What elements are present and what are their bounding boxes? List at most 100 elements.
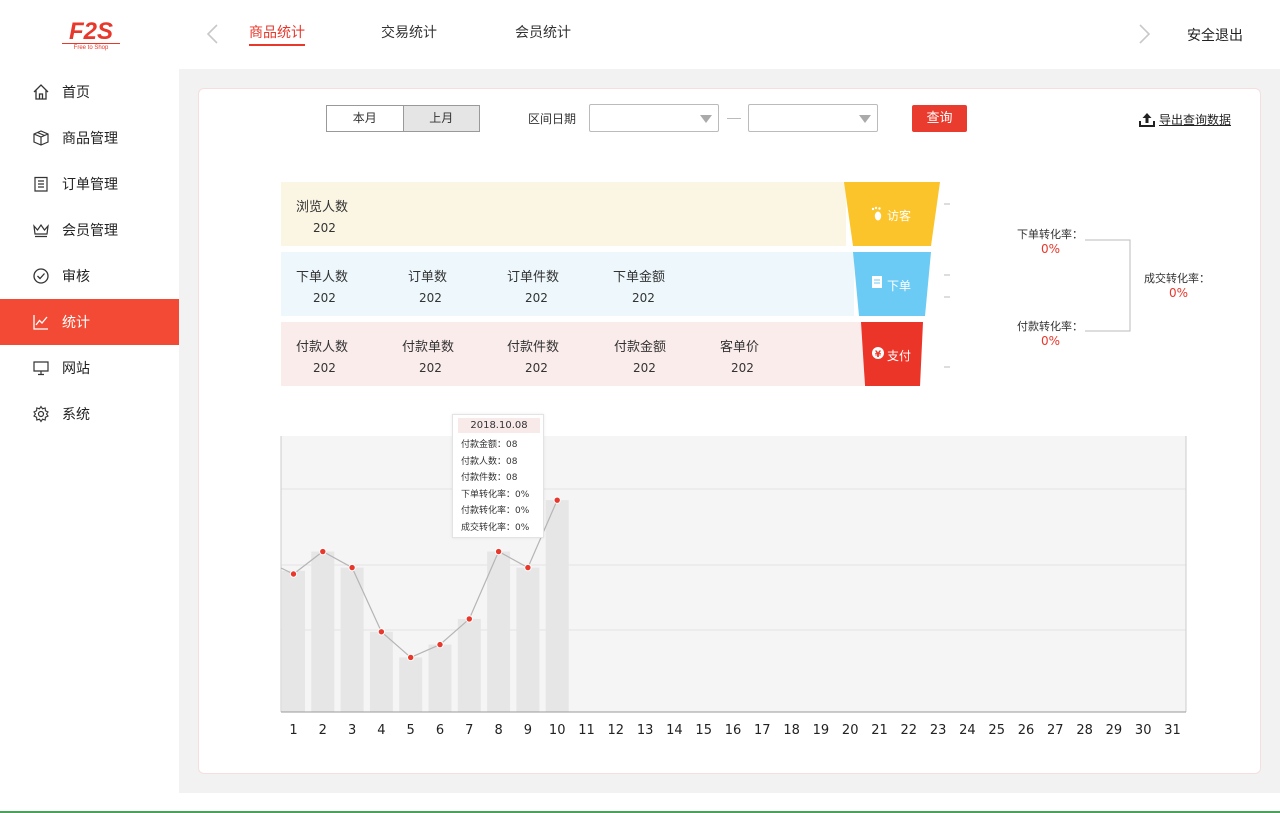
this-month-button[interactable]: 本月 — [327, 106, 403, 131]
svg-text:¥: ¥ — [875, 350, 882, 360]
sidebar-item-label: 会员管理 — [62, 223, 118, 239]
f2s-logo[interactable]: F2S Free to Shop — [58, 18, 124, 56]
chevron-right-icon[interactable] — [1134, 22, 1154, 46]
x-tick-label: 14 — [666, 723, 683, 738]
sidebar-item-label: 商品管理 — [62, 131, 118, 147]
bar-day-4 — [369, 631, 393, 712]
stat-title: 付款人数 — [296, 340, 349, 355]
point-day-6 — [436, 640, 444, 649]
funnel-pay-label: 支付 — [887, 349, 912, 363]
svg-text:F2S: F2S — [69, 18, 113, 44]
x-tick-label: 2 — [319, 723, 327, 738]
sidebar-item-members[interactable]: 会员管理 — [0, 207, 179, 253]
tooltip-row: 成交转化率：0% — [461, 523, 530, 533]
tab-member-stats[interactable]: 会员统计 — [515, 22, 571, 42]
sidebar-item-label: 审核 — [62, 269, 90, 285]
stat-order-amount: 下单金额 202 — [613, 266, 703, 305]
logo-mark: F2S — [69, 18, 113, 44]
stat-value: 202 — [313, 361, 336, 375]
point-day-1 — [289, 570, 298, 578]
stat-avg-order-value: 客单价 202 — [720, 336, 810, 375]
logo-underline — [62, 43, 120, 44]
end-date-select[interactable] — [748, 104, 878, 132]
stat-value: 202 — [632, 291, 655, 305]
daily-stats-chart: 1 2 3 4 5 6 7 8 9 10 11 12 13 14 15 16 17 18 19 20 21 22 23 24 2… — [280, 436, 1187, 738]
gear-icon — [33, 405, 49, 423]
x-tick-label: 9 — [524, 723, 532, 738]
stat-pay-items: 付款件数 202 — [507, 336, 597, 375]
x-tick-label: 30 — [1135, 723, 1152, 738]
order-rate-value: 0% — [1041, 242, 1061, 256]
logout-link[interactable]: 安全退出 — [1187, 25, 1243, 45]
deal-rate-value: 0% — [1169, 286, 1189, 300]
x-tick-label: 20 — [842, 723, 859, 738]
export-link[interactable]: 导出查询数据 — [1139, 111, 1231, 128]
export-label: 导出查询数据 — [1159, 113, 1232, 127]
x-tick-label: 7 — [465, 723, 473, 738]
chevron-left-icon[interactable] — [203, 22, 223, 46]
stat-title: 下单金额 — [613, 270, 666, 285]
month-toggle: 本月 上月 — [326, 105, 480, 132]
stat-value: 202 — [313, 291, 336, 305]
x-tick-label: 13 — [637, 723, 654, 738]
point-day-8 — [494, 547, 503, 556]
tab-product-stats[interactable]: 商品统计 — [249, 22, 305, 46]
sidebar-item-label: 系统 — [62, 407, 90, 423]
stat-browse-users: 浏览人数 202 — [296, 196, 386, 235]
start-date-select[interactable] — [589, 104, 719, 132]
stat-title: 付款金额 — [614, 340, 667, 355]
clipboard-icon — [872, 276, 882, 288]
x-tick-label: 29 — [1106, 723, 1123, 738]
check-circle-icon — [33, 268, 49, 284]
x-tick-label: 23 — [930, 723, 947, 738]
point-day-3 — [348, 563, 356, 572]
x-tick-label: 27 — [1047, 723, 1064, 738]
point-day-9 — [524, 563, 532, 572]
x-tick-label: 21 — [871, 723, 888, 738]
x-tick-label: 1 — [289, 723, 297, 738]
bar-day-8 — [487, 551, 511, 712]
sidebar-item-home[interactable]: 首页 — [0, 69, 179, 115]
point-day-7 — [465, 615, 474, 623]
x-tick-label: 26 — [1018, 723, 1035, 738]
stat-title: 订单件数 — [507, 270, 560, 285]
sidebar: 首页 商品管理 订单管理 会员管理 审核 统计 网站 系统 — [0, 69, 179, 813]
sidebar-item-products[interactable]: 商品管理 — [0, 115, 179, 161]
query-button[interactable]: 查询 — [912, 105, 967, 132]
chart-tooltip: 2018.10.08 付款金额：08 付款人数：08 付款件数：08 下单转化率… — [452, 414, 544, 538]
sidebar-item-website[interactable]: 网站 — [0, 345, 179, 391]
stat-title: 客单价 — [720, 340, 760, 355]
x-tick-label: 15 — [695, 723, 712, 738]
sidebar-item-orders[interactable]: 订单管理 — [0, 161, 179, 207]
sidebar-item-system[interactable]: 系统 — [0, 391, 179, 437]
x-tick-label: 6 — [436, 723, 444, 738]
sidebar-item-label: 统计 — [62, 315, 90, 331]
range-separator — [727, 118, 741, 119]
point-day-10 — [553, 496, 561, 504]
chart-line-icon — [33, 315, 48, 330]
sidebar-item-review[interactable]: 审核 — [0, 253, 179, 299]
tooltip-row: 付款人数：08 — [461, 457, 518, 467]
bar-day-10 — [545, 500, 569, 712]
stat-pay-amount: 付款金额 202 — [614, 336, 704, 375]
x-tick-label: 12 — [608, 723, 625, 738]
clipboard-icon — [34, 176, 48, 192]
x-tick-label: 22 — [901, 723, 918, 738]
x-tick-label: 3 — [348, 723, 356, 738]
stat-order-count: 订单数 202 — [408, 266, 498, 305]
browse-stats-row: 浏览人数 202 — [281, 182, 846, 246]
date-range-label: 区间日期 — [528, 112, 577, 126]
tab-trade-stats[interactable]: 交易统计 — [381, 22, 437, 42]
funnel-visitor-label: 访客 — [887, 209, 912, 223]
last-month-button[interactable]: 上月 — [402, 106, 479, 131]
upload-icon — [1139, 113, 1155, 127]
stat-value: 202 — [419, 291, 442, 305]
tooltip-row: 付款件数：08 — [461, 473, 518, 483]
stat-value: 202 — [313, 221, 336, 235]
x-tick-label: 17 — [754, 723, 771, 738]
pay-rate-label: 付款转化率： — [1017, 320, 1083, 333]
sidebar-item-statistics[interactable]: 统计 — [0, 299, 179, 345]
bar-day-7 — [457, 618, 481, 712]
stat-title: 订单数 — [408, 270, 448, 285]
stat-value: 202 — [525, 361, 548, 375]
